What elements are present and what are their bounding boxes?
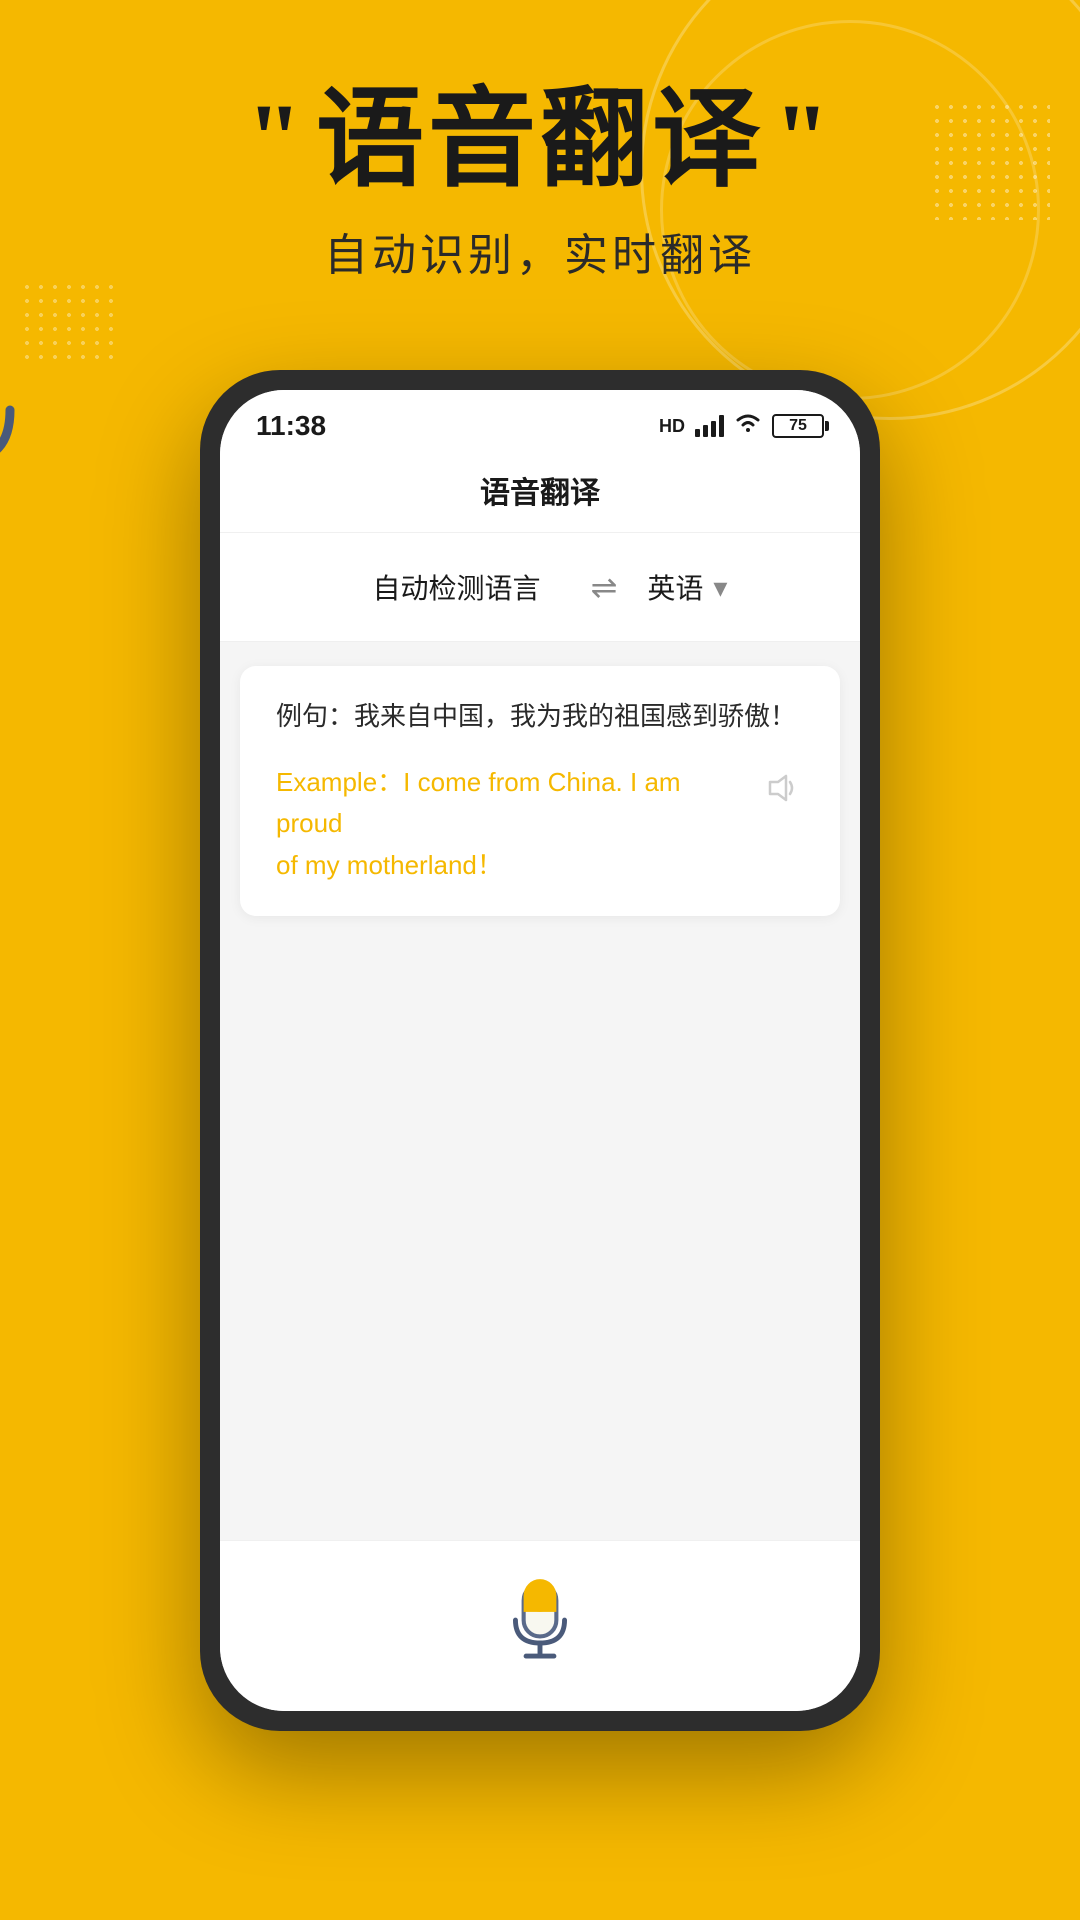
hero-section: " 语音翻译 " 自动识别，实时翻译 xyxy=(0,0,1080,323)
wifi-icon xyxy=(734,412,762,440)
speaker-icon[interactable] xyxy=(760,766,804,810)
phone-outer-shell: 11:38 HD xyxy=(200,370,880,1731)
translated-line1: Example：I come from China. I am proud xyxy=(276,767,681,839)
quote-close-icon: " xyxy=(774,89,834,189)
battery-icon: 75 xyxy=(772,414,824,438)
phone-screen: 11:38 HD xyxy=(220,390,860,1711)
translated-line2: of my motherland！ xyxy=(276,850,503,880)
bottom-mic-area xyxy=(220,1540,860,1711)
signal-bar-3 xyxy=(711,421,716,437)
mic-record-button[interactable] xyxy=(495,1571,585,1661)
translated-text-row: Example：I come from China. I am proud of… xyxy=(276,762,804,887)
side-mic-decoration xyxy=(0,320,30,480)
target-language-button[interactable]: 英语 ▾ xyxy=(647,567,727,607)
status-bar: 11:38 HD xyxy=(220,390,860,452)
translated-text: Example：I come from China. I am proud of… xyxy=(276,762,744,887)
dropdown-arrow-icon: ▾ xyxy=(713,571,727,604)
target-language-label: 英语 xyxy=(647,567,703,607)
source-language-button[interactable]: 自动检测语言 xyxy=(353,557,561,617)
main-title: " 语音翻译 " xyxy=(60,80,1020,199)
hd-label: HD xyxy=(659,416,685,437)
source-text: 例句：我来自中国，我为我的祖国感到骄傲！ xyxy=(276,696,804,738)
language-selector[interactable]: 自动检测语言 ⇌ 英语 ▾ xyxy=(220,533,860,642)
subtitle-text: 自动识别，实时翻译 xyxy=(60,219,1020,283)
status-icons: HD 75 xyxy=(659,412,824,440)
battery-level: 75 xyxy=(789,417,807,435)
signal-bar-1 xyxy=(695,429,700,437)
app-title: 语音翻译 xyxy=(480,477,600,510)
title-text: 语音翻译 xyxy=(316,80,764,199)
language-swap-button[interactable]: ⇌ xyxy=(591,568,618,606)
quote-open-icon: " xyxy=(246,89,306,189)
app-header: 语音翻译 xyxy=(220,452,860,533)
signal-icon xyxy=(695,415,724,437)
translation-area: 例句：我来自中国，我为我的祖国感到骄傲！ Example：I come from… xyxy=(240,666,840,916)
status-time: 11:38 xyxy=(256,410,326,442)
signal-bar-2 xyxy=(703,425,708,437)
signal-bar-4 xyxy=(719,415,724,437)
phone-frame: 11:38 HD xyxy=(200,370,880,1731)
main-content-area xyxy=(220,940,860,1540)
